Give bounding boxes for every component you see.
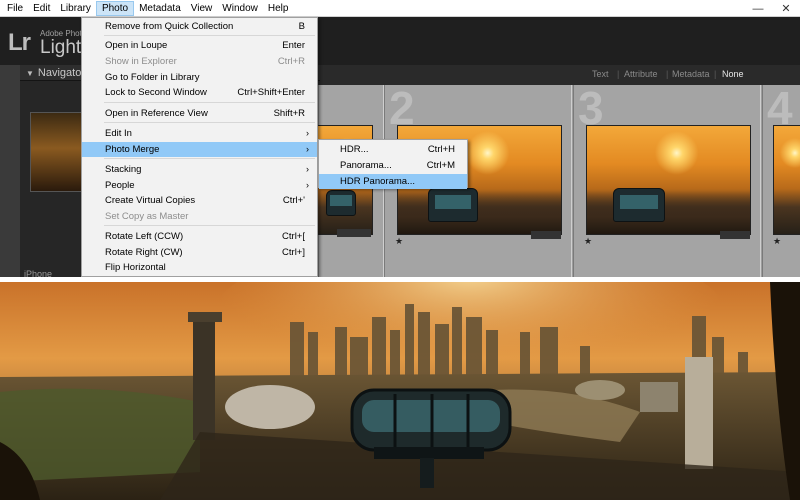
photo-thumbnail[interactable] (773, 125, 800, 235)
lightroom-logo-icon: Lr (8, 29, 31, 56)
menu-metadata[interactable]: Metadata (134, 1, 186, 16)
photo-merge-submenu: HDR... Ctrl+H Panorama... Ctrl+M HDR Panoram… (318, 139, 468, 189)
menu-shortcut: B (298, 21, 305, 32)
menu-item-edit-in[interactable]: Edit In › (82, 126, 317, 141)
menu-item-open-in-loupe[interactable]: Open in Loupe Enter (82, 38, 317, 53)
collapse-triangle-icon[interactable]: ▼ (26, 69, 34, 78)
navigator-label: Navigato (37, 67, 82, 79)
minimize-icon[interactable]: — (744, 0, 772, 17)
menu-item-set-copy-as-master[interactable]: Set Copy as Master (82, 209, 317, 224)
menu-item-label: Rotate Right (CW) (105, 247, 183, 258)
menu-item-label: Open in Reference View (105, 108, 208, 119)
filter-separator: | (666, 69, 669, 79)
menu-item-people[interactable]: People › (82, 178, 317, 193)
menu-shortcut: Ctrl+' (282, 195, 305, 206)
submenu-item-hdr-panorama[interactable]: HDR Panorama... (319, 174, 467, 189)
menu-item-show-in-explorer[interactable]: Show in Explorer Ctrl+R (82, 54, 317, 69)
menu-item-label: Go to Folder in Library (105, 72, 200, 83)
menu-library[interactable]: Library (55, 1, 96, 16)
menu-item-lock-to-second-window[interactable]: Lock to Second Window Ctrl+Shift+Enter (82, 85, 317, 100)
grid-cell[interactable]: 4 ★ (762, 82, 800, 277)
filter-attribute[interactable]: Attribute (624, 69, 658, 79)
menu-shortcut: Ctrl+Shift+Enter (237, 87, 305, 98)
menu-item-label: Open in Loupe (105, 40, 168, 51)
thumbnail-badges-icon[interactable] (531, 231, 561, 239)
filter-none[interactable]: None (722, 69, 744, 79)
menu-item-label: Lock to Second Window (105, 87, 207, 98)
submenu-arrow-icon: › (306, 180, 309, 190)
menu-shortcut: Ctrl+R (277, 56, 305, 67)
menu-item-label: Set Copy as Master (105, 211, 189, 222)
submenu-shortcut: Ctrl+M (426, 160, 455, 171)
close-icon[interactable]: ✕ (772, 0, 800, 17)
star-rating-icon[interactable]: ★ (395, 236, 403, 247)
menu-item-label: Flip Horizontal (105, 262, 166, 273)
device-label[interactable]: iPhone (24, 269, 52, 277)
submenu-item-hdr[interactable]: HDR... Ctrl+H (319, 142, 467, 157)
submenu-arrow-icon: › (306, 128, 309, 138)
filter-text[interactable]: Text (592, 69, 609, 79)
submenu-shortcut: Ctrl+H (427, 144, 455, 155)
menu-separator (104, 102, 315, 103)
menu-item-create-virtual-copies[interactable]: Create Virtual Copies Ctrl+' (82, 193, 317, 208)
photo-menu-dropdown: Remove from Quick Collection B Open in Lou… (81, 17, 318, 277)
menu-separator (104, 158, 315, 159)
menu-window[interactable]: Window (217, 1, 263, 16)
grid-cell[interactable]: 3 ★ (573, 82, 761, 277)
menu-separator (104, 225, 315, 226)
menu-item-label: Edit In (105, 128, 132, 139)
lightroom-window: File Edit Library Photo Metadata View Wi… (0, 0, 800, 277)
hdr-panorama-photo (0, 282, 800, 500)
photo-thumbnail[interactable] (586, 125, 751, 235)
menu-item-stacking[interactable]: Stacking › (82, 162, 317, 177)
filter-metadata[interactable]: Metadata (672, 69, 710, 79)
submenu-item-label: HDR... (340, 144, 369, 155)
menu-item-label: Photo Merge (105, 144, 160, 155)
menu-item-go-to-folder-in-library[interactable]: Go to Folder in Library (82, 70, 317, 85)
submenu-arrow-icon: › (306, 164, 309, 174)
menu-item-label: Show in Explorer (105, 56, 177, 67)
submenu-item-label: HDR Panorama... (340, 176, 415, 187)
star-rating-icon[interactable]: ★ (773, 236, 781, 247)
menu-item-label: Rotate Left (CCW) (105, 231, 184, 242)
menu-item-label: Create Virtual Copies (105, 195, 196, 206)
menu-item-label: Stacking (105, 164, 142, 175)
menu-item-photo-merge[interactable]: Photo Merge › (82, 142, 317, 157)
menu-shortcut: Shift+R (273, 108, 305, 119)
menu-item-label: People (105, 180, 135, 191)
menu-bar: File Edit Library Photo Metadata View Wi… (0, 0, 800, 17)
highrise (685, 357, 713, 469)
filter-separator: | (617, 69, 620, 79)
star-rating-icon[interactable]: ★ (584, 236, 592, 247)
submenu-item-label: Panorama... (340, 160, 392, 171)
thumbnail-badges-icon[interactable] (720, 231, 750, 239)
menu-item-open-in-reference-view[interactable]: Open in Reference View Shift+R (82, 106, 317, 121)
menu-help[interactable]: Help (263, 1, 294, 16)
thumbnail-badges-icon[interactable] (337, 229, 371, 237)
menu-item-rotate-right-cw[interactable]: Rotate Right (CW) Ctrl+] (82, 245, 317, 260)
menu-photo[interactable]: Photo (95, 0, 135, 16)
gardens (0, 388, 200, 482)
filter-separator: | (714, 69, 717, 79)
submenu-item-panorama[interactable]: Panorama... Ctrl+M (319, 158, 467, 173)
menu-item-label: Remove from Quick Collection (105, 21, 234, 32)
menu-item-remove-from-quick-collection[interactable]: Remove from Quick Collection B (82, 19, 317, 34)
menu-item-flip-horizontal[interactable]: Flip Horizontal (82, 260, 317, 275)
menu-separator (104, 122, 315, 123)
menu-shortcut: Enter (282, 40, 305, 51)
dome-building (225, 385, 315, 429)
tower (193, 322, 215, 440)
menu-separator (104, 35, 315, 36)
menu-file[interactable]: File (2, 1, 28, 16)
menu-edit[interactable]: Edit (28, 1, 55, 16)
menu-shortcut: Ctrl+] (282, 247, 305, 258)
menu-shortcut: Ctrl+[ (282, 231, 305, 242)
submenu-arrow-icon: › (306, 144, 309, 154)
menu-view[interactable]: View (186, 1, 218, 16)
menu-item-rotate-left-ccw[interactable]: Rotate Left (CCW) Ctrl+[ (82, 229, 317, 244)
